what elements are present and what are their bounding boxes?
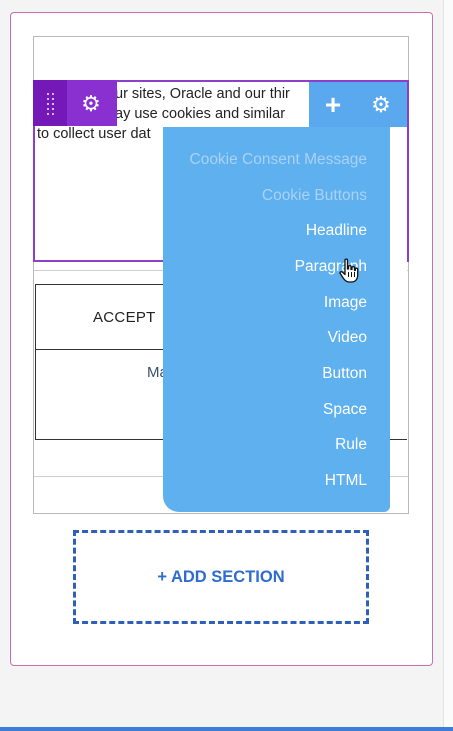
menu-item-space[interactable]: Space [323, 401, 367, 419]
section-settings-gear-icon[interactable]: ⚙ [368, 92, 394, 118]
menu-item-rule[interactable]: Rule [335, 436, 367, 454]
menu-item-image[interactable]: Image [324, 294, 367, 312]
menu-item-cookie-buttons[interactable]: Cookie Buttons [262, 187, 367, 205]
menu-item-button[interactable]: Button [322, 365, 367, 383]
bottom-accent-bar [0, 727, 453, 731]
menu-item-html[interactable]: HTML [325, 472, 367, 490]
drag-dots-icon [47, 93, 54, 115]
menu-item-cookie-consent-message[interactable]: Cookie Consent Message [190, 151, 368, 169]
add-element-dropdown [163, 127, 390, 512]
menu-item-headline[interactable]: Headline [306, 222, 367, 240]
block-settings-gear-icon[interactable]: ⚙ [78, 91, 104, 117]
add-element-plus-icon[interactable]: + [318, 86, 348, 124]
text-line-2: ay use cookies and similar [115, 106, 286, 122]
dropdown-scrollbar[interactable] [390, 127, 407, 439]
menu-item-video[interactable]: Video [328, 329, 367, 347]
accept-button-label: ACCEPT [93, 309, 156, 326]
text-line-1: ur sites, Oracle and our thir [115, 86, 290, 102]
add-section-label: + ADD SECTION [157, 568, 285, 586]
text-line-3: to collect user dat [37, 126, 151, 142]
hand-pointer-icon [339, 258, 359, 283]
page-scrollbar[interactable] [443, 0, 453, 731]
